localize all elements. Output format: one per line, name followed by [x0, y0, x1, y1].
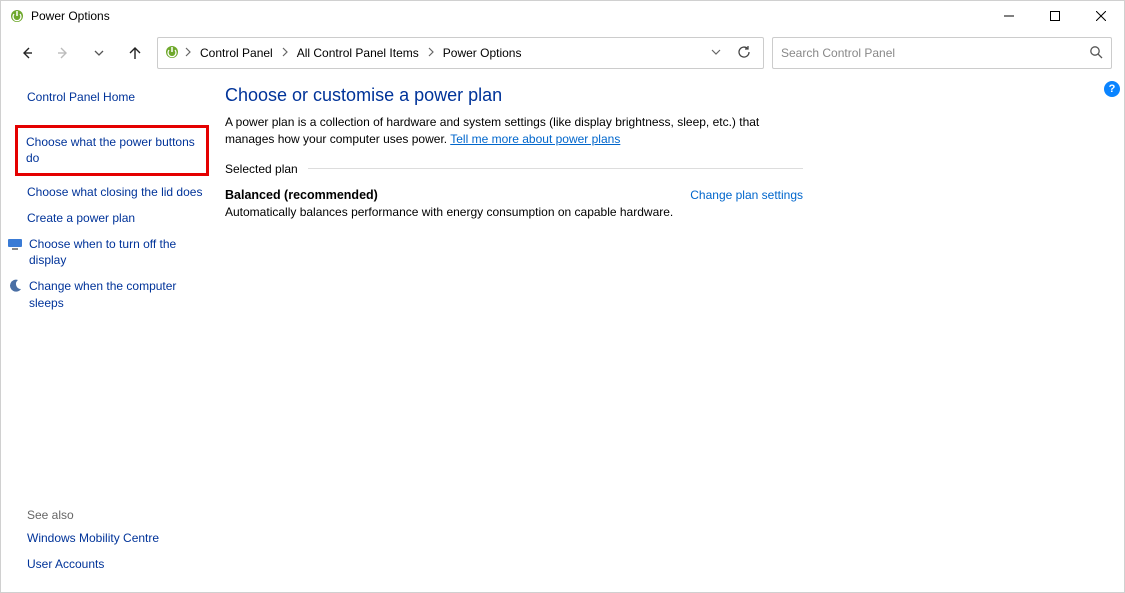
search-icon[interactable]	[1089, 45, 1103, 62]
refresh-button[interactable]	[731, 45, 757, 62]
chevron-right-icon[interactable]	[184, 47, 192, 60]
help-button[interactable]: ?	[1104, 81, 1120, 97]
recent-dropdown[interactable]	[85, 39, 113, 67]
sidebar-link-create-plan[interactable]: Create a power plan	[27, 210, 207, 226]
forward-button[interactable]	[49, 39, 77, 67]
page-description: A power plan is a collection of hardware…	[225, 114, 803, 148]
sidebar-link-power-buttons[interactable]: Choose what the power buttons do	[26, 134, 198, 166]
sidebar-link-computer-sleeps[interactable]: Change when the computer sleeps	[29, 278, 207, 310]
control-panel-home-link[interactable]: Control Panel Home	[27, 89, 207, 105]
up-button[interactable]	[121, 39, 149, 67]
plan-row: Balanced (recommended) Change plan setti…	[225, 188, 803, 202]
display-icon	[7, 236, 23, 252]
search-placeholder: Search Control Panel	[781, 46, 895, 60]
moon-icon	[7, 278, 23, 294]
power-options-icon	[9, 8, 25, 24]
content-area: ? Control Panel Home Choose what the pow…	[1, 75, 1124, 592]
close-button[interactable]	[1078, 1, 1124, 31]
chevron-right-icon[interactable]	[281, 47, 289, 60]
main-content: Choose or customise a power plan A power…	[213, 81, 813, 580]
divider	[308, 168, 803, 169]
tell-me-more-link[interactable]: Tell me more about power plans	[450, 132, 620, 146]
change-plan-settings-link[interactable]: Change plan settings	[690, 188, 803, 202]
chevron-right-icon[interactable]	[427, 47, 435, 60]
minimize-button[interactable]	[986, 1, 1032, 31]
maximize-button[interactable]	[1032, 1, 1078, 31]
window: Power Options	[0, 0, 1125, 593]
see-also-heading: See also	[27, 508, 207, 522]
plan-name: Balanced (recommended)	[225, 188, 378, 202]
power-options-icon	[164, 44, 180, 63]
back-button[interactable]	[13, 39, 41, 67]
sidebar: Control Panel Home Choose what the power…	[13, 81, 213, 580]
selected-plan-label: Selected plan	[225, 162, 298, 176]
section-label: Selected plan	[225, 162, 803, 176]
page-heading: Choose or customise a power plan	[225, 85, 803, 106]
address-bar[interactable]: Control Panel All Control Panel Items Po…	[157, 37, 764, 69]
breadcrumb-item[interactable]: Control Panel	[196, 44, 277, 62]
breadcrumb-item[interactable]: Power Options	[439, 44, 526, 62]
see-also-mobility-centre[interactable]: Windows Mobility Centre	[27, 530, 207, 546]
highlighted-link: Choose what the power buttons do	[15, 125, 209, 175]
window-title: Power Options	[31, 9, 110, 23]
sidebar-link-turn-off-display[interactable]: Choose when to turn off the display	[29, 236, 207, 268]
see-also-user-accounts[interactable]: User Accounts	[27, 556, 207, 572]
toolbar: Control Panel All Control Panel Items Po…	[1, 31, 1124, 75]
sidebar-link-closing-lid[interactable]: Choose what closing the lid does	[27, 184, 207, 200]
breadcrumb-item[interactable]: All Control Panel Items	[293, 44, 423, 62]
search-input[interactable]: Search Control Panel	[772, 37, 1112, 69]
plan-description: Automatically balances performance with …	[225, 205, 803, 219]
titlebar: Power Options	[1, 1, 1124, 31]
chevron-down-icon[interactable]	[705, 46, 727, 60]
